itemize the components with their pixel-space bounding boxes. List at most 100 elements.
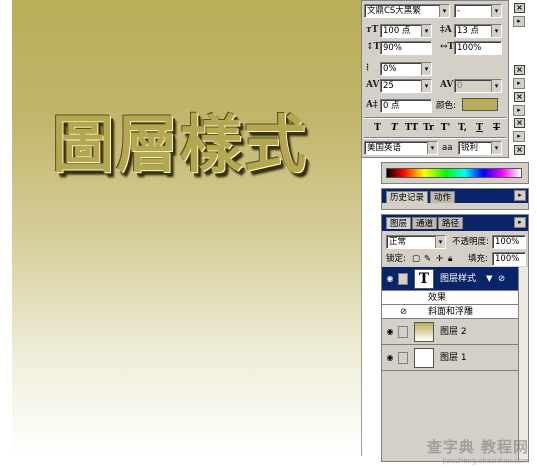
white-layer-thumbnail: [414, 348, 434, 368]
lock-position-icon[interactable]: ✛: [436, 253, 443, 265]
kerning-field[interactable]: 0 ▾: [454, 79, 502, 93]
chevron-down-icon[interactable]: ▾: [439, 5, 449, 17]
tsume-value: 0%: [383, 64, 397, 74]
layer-name[interactable]: 图层 1: [440, 352, 467, 364]
close-icon[interactable]: ×: [514, 3, 525, 13]
horizontal-scale-field[interactable]: 100%: [454, 41, 502, 55]
antialias-select[interactable]: 锐利 ▾: [458, 141, 502, 155]
antialias-value: 锐利: [461, 143, 479, 153]
color-ramp[interactable]: [386, 168, 522, 178]
text-style-buttons: T T TT Tr T' T, T T: [370, 122, 504, 134]
superscript-button[interactable]: T': [438, 122, 453, 134]
panel-menu-arrow-icon[interactable]: ▸: [514, 190, 526, 201]
panel-menu-arrow-icon[interactable]: ▸: [513, 16, 525, 27]
close-icon[interactable]: ×: [514, 92, 525, 102]
font-style-select[interactable]: - ▾: [454, 4, 502, 18]
tracking-value: 25: [383, 81, 394, 91]
history-tabbar: 历史记录 动作: [382, 189, 528, 203]
vertical-scale-field[interactable]: 90%: [380, 41, 432, 55]
chevron-down-icon[interactable]: ▾: [421, 25, 431, 37]
color-label: 颜色:: [436, 101, 456, 111]
layers-scrollbar[interactable]: [518, 267, 528, 461]
font-size-field[interactable]: 100 点 ▾: [380, 24, 432, 38]
visibility-eye-icon[interactable]: ◉: [384, 352, 396, 364]
font-family-select[interactable]: 文鼎CS大黑繁 ▾: [364, 4, 450, 18]
layer-row-gradient[interactable]: ◉ 图层 2: [382, 319, 520, 345]
font-size-icon: ᴛT: [366, 25, 379, 35]
layers-panel: 图层 通道 路径 ▸ 正常 ▾ 不透明度: 100% 锁定: ▢ ✎ ✛ 🔒︎ …: [381, 214, 529, 462]
chevron-down-icon[interactable]: ▾: [491, 80, 501, 92]
baseline-shift-field[interactable]: 0 点: [380, 99, 432, 113]
underline-button[interactable]: T: [472, 122, 487, 134]
tracking-icon: AV: [366, 80, 380, 90]
faux-bold-button[interactable]: T: [370, 122, 385, 134]
panel-menu-arrow-icon[interactable]: ▸: [513, 78, 525, 89]
font-style-value: -: [457, 6, 461, 16]
link-box[interactable]: [398, 326, 408, 338]
photoshop-workspace: 圖層樣式 文鼎CS大黑繁 ▾ - ▾ ᴛT 100 点 ▾ ‡A 13 点 ▾ …: [0, 0, 537, 468]
effects-label: 效果: [428, 293, 447, 303]
chevron-down-icon[interactable]: ▾: [435, 236, 445, 248]
panel-menu-arrow-icon[interactable]: ▸: [513, 131, 525, 142]
layer-name[interactable]: 图层 2: [440, 326, 467, 338]
chevron-down-icon[interactable]: ▾: [427, 142, 437, 154]
character-panel: 文鼎CS大黑繁 ▾ - ▾ ᴛT 100 点 ▾ ‡A 13 点 ▾ ↕T 90…: [361, 0, 509, 158]
effect-visibility-eye-icon[interactable]: ⊘: [400, 306, 407, 318]
divider: [364, 137, 506, 139]
layer-row-text-selected[interactable]: ◉ T 图层样式 ▼ ⊘: [382, 267, 520, 291]
font-family-value: 文鼎CS大黑繁: [367, 6, 421, 16]
opacity-field[interactable]: 100%: [492, 235, 526, 249]
panel-menu-arrow-icon[interactable]: ▸: [513, 105, 525, 116]
tracking-field[interactable]: 25 ▾: [380, 79, 432, 93]
visibility-eye-icon[interactable]: ◉: [384, 273, 396, 285]
baseline-shift-icon: A‡: [366, 100, 378, 110]
chevron-down-icon[interactable]: ▾: [491, 5, 501, 17]
all-caps-button[interactable]: TT: [404, 122, 419, 134]
tab-layers[interactable]: 图层: [386, 217, 412, 229]
tab-history[interactable]: 历史记录: [386, 191, 429, 203]
leading-field[interactable]: 13 点 ▾: [454, 24, 502, 38]
tab-actions[interactable]: 动作: [430, 191, 456, 203]
chevron-down-icon[interactable]: ▾: [491, 25, 501, 37]
lock-image-icon[interactable]: ✎: [424, 253, 431, 265]
lock-transparency-icon[interactable]: ▢: [412, 253, 420, 265]
effects-header-row[interactable]: 效果: [382, 291, 520, 305]
chevron-down-icon[interactable]: ▾: [421, 63, 431, 75]
close-icon[interactable]: ×: [514, 118, 525, 128]
fill-field[interactable]: 100%: [492, 252, 526, 266]
antialias-icon: aa: [442, 143, 453, 153]
chevron-down-icon[interactable]: ▾: [491, 142, 501, 154]
vertical-scale-icon: ↕T: [366, 42, 381, 52]
tsume-field[interactable]: 0% ▾: [380, 62, 432, 76]
close-icon[interactable]: ×: [514, 145, 525, 155]
gradient-layer-thumbnail: [414, 322, 434, 342]
subscript-button[interactable]: T,: [455, 122, 470, 134]
font-size-value: 100 点: [383, 26, 411, 36]
chevron-down-icon[interactable]: ▾: [421, 80, 431, 92]
lock-all-icon[interactable]: 🔒︎: [448, 253, 453, 265]
small-caps-button[interactable]: Tr: [421, 122, 436, 134]
text-layer-thumbnail: T: [414, 269, 434, 289]
tab-channels[interactable]: 通道: [412, 217, 438, 229]
layer-name[interactable]: 图层样式: [440, 273, 476, 285]
history-panel: 历史记录 动作 ▸: [381, 188, 529, 210]
faux-italic-button[interactable]: T: [387, 122, 402, 134]
divider: [364, 117, 506, 119]
panel-menu-arrow-icon[interactable]: ▸: [514, 217, 526, 228]
language-select[interactable]: 美国英语 ▾: [364, 141, 438, 155]
document-canvas[interactable]: 圖層樣式: [12, 0, 362, 456]
blend-mode-select[interactable]: 正常 ▾: [386, 235, 446, 249]
visibility-eye-icon[interactable]: ◉: [384, 326, 396, 338]
language-value: 美国英语: [367, 143, 402, 153]
tab-paths[interactable]: 路径: [438, 217, 464, 229]
strikethrough-button[interactable]: T: [489, 122, 504, 134]
link-box[interactable]: [398, 352, 408, 364]
layers-tabbar: 图层 通道 路径: [382, 215, 528, 231]
layer-row-white[interactable]: ◉ 图层 1: [382, 345, 520, 371]
effects-fx-icon[interactable]: ⊘: [498, 273, 505, 285]
brush-link-icon[interactable]: [398, 273, 408, 285]
effects-expand-icon[interactable]: ▼: [486, 273, 493, 285]
close-icon[interactable]: ×: [514, 65, 525, 75]
text-color-swatch[interactable]: [462, 98, 498, 111]
effect-row-bevel[interactable]: ⊘ 斜面和浮雕: [382, 305, 520, 319]
